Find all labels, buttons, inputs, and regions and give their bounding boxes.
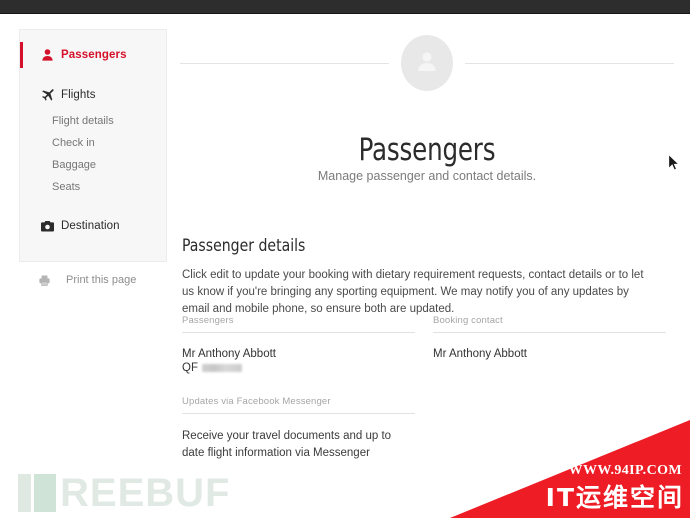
messenger-description: Receive your travel documents and up to … bbox=[182, 430, 392, 459]
person-avatar-icon bbox=[417, 50, 437, 77]
sidebar-subitem-label: Check in bbox=[52, 137, 95, 149]
person-icon bbox=[40, 48, 54, 62]
avatar bbox=[401, 35, 453, 91]
section-intro-text: Click edit to update your booking with d… bbox=[182, 268, 644, 315]
field-label: Updates via Facebook Messenger bbox=[182, 396, 331, 407]
sidebar-subitem-seats[interactable]: Seats bbox=[20, 176, 166, 198]
sidebar-nav: Passengers Flights Flight details Check … bbox=[19, 29, 167, 262]
sidebar-subitem-baggage[interactable]: Baggage bbox=[20, 154, 166, 176]
divider-right bbox=[465, 62, 674, 64]
passenger-fields-grid: Passengers Mr Anthony Abbott QF Updates … bbox=[182, 315, 674, 462]
redacted-value bbox=[201, 364, 242, 372]
field-label: Booking contact bbox=[433, 315, 503, 326]
sidebar-item-destination[interactable]: Destination bbox=[20, 211, 166, 241]
page-title: Passengers bbox=[358, 131, 496, 168]
frequent-flyer-prefix: QF bbox=[182, 362, 198, 374]
sidebar-subitem-check-in[interactable]: Check in bbox=[20, 132, 166, 154]
page-canvas: Passengers Flights Flight details Check … bbox=[0, 15, 690, 518]
printer-icon bbox=[37, 273, 51, 287]
freebuf-block-icon bbox=[34, 474, 56, 512]
page-subtitle: Manage passenger and contact details. bbox=[317, 169, 537, 183]
active-indicator-bar bbox=[20, 42, 23, 68]
booking-contact-value: Mr Anthony Abbott bbox=[433, 348, 527, 360]
sidebar-item-label: Flights bbox=[61, 89, 96, 101]
main-content: Passengers Manage passenger and contact … bbox=[180, 15, 674, 518]
print-this-page-button[interactable]: Print this page bbox=[19, 270, 167, 290]
field-passengers: Passengers Mr Anthony Abbott QF Updates … bbox=[182, 315, 415, 462]
sidebar-subitem-label: Flight details bbox=[52, 115, 114, 127]
section-heading-passenger-details: Passenger details bbox=[182, 236, 306, 257]
print-this-page-label: Print this page bbox=[66, 274, 137, 286]
sidebar-item-label: Destination bbox=[61, 220, 120, 232]
frequent-flyer-line: QF bbox=[182, 362, 415, 374]
field-messenger: Updates via Facebook Messenger Receive y… bbox=[182, 396, 415, 462]
sidebar-flights-subnav: Flight details Check in Baggage Seats bbox=[20, 110, 166, 198]
avatar-band bbox=[180, 28, 674, 98]
divider-left bbox=[180, 62, 389, 64]
airplane-icon bbox=[40, 88, 54, 102]
field-row-top: Passengers Mr Anthony Abbott QF Updates … bbox=[182, 315, 674, 462]
freebuf-bar-icon bbox=[18, 474, 31, 512]
browser-chrome-bar bbox=[0, 0, 690, 14]
sidebar-item-passengers[interactable]: Passengers bbox=[20, 40, 166, 70]
field-label: Passengers bbox=[182, 315, 234, 326]
sidebar-subitem-flight-details[interactable]: Flight details bbox=[20, 110, 166, 132]
field-booking-contact: Booking contact Mr Anthony Abbott bbox=[433, 315, 666, 462]
camera-icon bbox=[40, 219, 54, 233]
sidebar-subitem-label: Baggage bbox=[52, 159, 97, 171]
sidebar-subitem-label: Seats bbox=[52, 181, 81, 193]
sidebar-item-flights[interactable]: Flights bbox=[20, 80, 166, 110]
sidebar-item-label: Passengers bbox=[61, 49, 127, 61]
passenger-name-value: Mr Anthony Abbott bbox=[182, 348, 276, 360]
